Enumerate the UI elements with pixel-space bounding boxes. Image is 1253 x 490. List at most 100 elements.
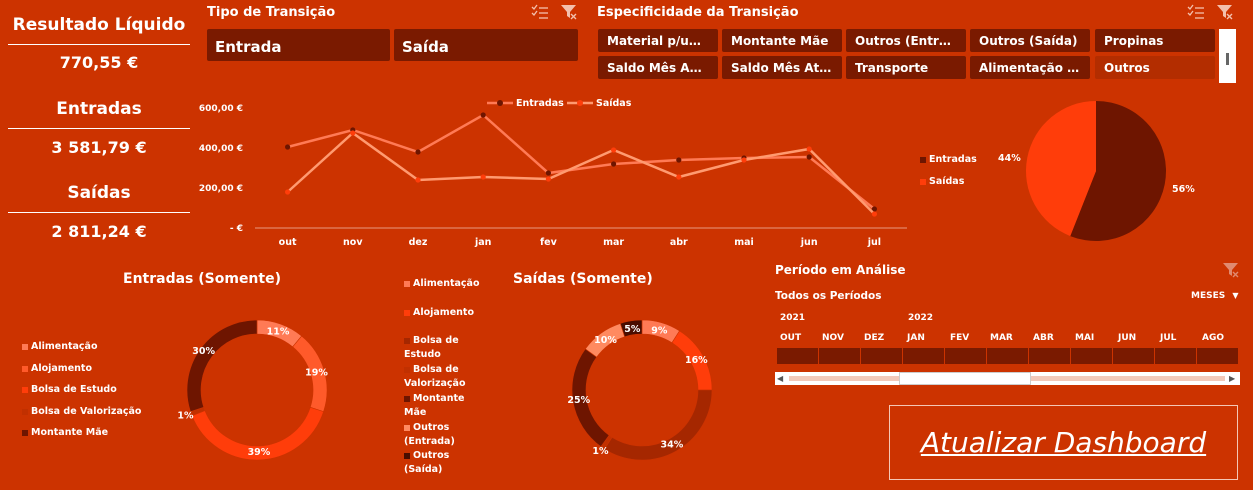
data-point-entradas xyxy=(545,170,551,176)
x-tick-label: abr xyxy=(670,237,688,248)
y-tick-label: 400,00 € xyxy=(199,144,243,154)
chevron-down-icon: ▼ xyxy=(1232,291,1239,300)
slicer-item-saldo-anterior[interactable]: Saldo Mês Anteri... xyxy=(598,56,718,79)
multi-select-icon[interactable] xyxy=(531,4,549,20)
timeline-month-label[interactable]: MAR xyxy=(990,333,1013,343)
scroll-left-icon[interactable]: ◀ xyxy=(777,374,786,383)
line-chart: 600,00 € 400,00 € 200,00 € - € out nov dez jan f… xyxy=(199,98,907,248)
donut-percent-label: 19% xyxy=(305,368,328,379)
data-point-saídas xyxy=(741,157,747,163)
data-point-entradas xyxy=(415,149,421,155)
series-line-entradas xyxy=(287,113,876,210)
saidas-legend-label: Outros (Saída) xyxy=(404,450,450,475)
data-point-entradas xyxy=(285,144,291,150)
timeline-period-cell[interactable] xyxy=(987,348,1029,364)
data-point-entradas xyxy=(676,157,682,163)
saidas-donut-title: Saídas (Somente) xyxy=(513,271,653,287)
saidas-legend-item: Bolsa de Estudo xyxy=(404,334,482,362)
data-point-saídas xyxy=(285,189,291,195)
timeline-bar[interactable] xyxy=(777,348,1239,364)
donut-percent-label: 30% xyxy=(192,346,215,357)
saidas-legend-item: Outros (Saída) xyxy=(404,449,482,477)
entradas-legend-label: Alojamento xyxy=(31,363,92,374)
tipo-slicer-title: Tipo de Transição xyxy=(207,5,336,20)
timeline-period-cell[interactable] xyxy=(1197,348,1239,364)
timeline-period-cell[interactable] xyxy=(1071,348,1113,364)
slicer-item-outros-saida[interactable]: Outros (Saída) xyxy=(970,29,1090,52)
timeline-month-label[interactable]: AGO xyxy=(1202,333,1224,343)
pie-legend-entradas-label: Entradas xyxy=(929,154,977,165)
timeline-level-dropdown[interactable]: MESES ▼ xyxy=(1191,291,1239,301)
x-tick-label: jan xyxy=(474,237,492,248)
saidas-legend-item: Alojamento xyxy=(404,306,482,320)
timeline-month-label[interactable]: NOV xyxy=(822,333,844,343)
series-line-saídas xyxy=(286,131,876,215)
resultado-liquido-value: 770,55 € xyxy=(59,53,139,72)
timeline-month-label[interactable]: DEZ xyxy=(864,333,884,343)
timeline-month-label[interactable]: MAI xyxy=(1075,333,1094,343)
entradas-legend-label: Bolsa de Estudo xyxy=(31,384,117,395)
scrollbar-thumb[interactable] xyxy=(1226,53,1229,65)
donut-percent-label: 1% xyxy=(592,446,609,457)
slicer-scrollbar[interactable] xyxy=(1219,29,1236,83)
timeline-month-label[interactable]: ABR xyxy=(1033,333,1054,343)
slicer-item-outros-entrada[interactable]: Outros (Entrada) xyxy=(846,29,966,52)
donut-percent-label: 1% xyxy=(177,411,194,422)
timeline-month-label[interactable]: OUT xyxy=(780,333,801,343)
slicer-item-alimentacao-ind[interactable]: Alimentação (Ind... xyxy=(970,56,1090,79)
slicer-item-entrada[interactable]: Entrada xyxy=(207,29,390,61)
clear-filter-icon[interactable] xyxy=(1222,262,1240,278)
timeline-year: 2022 xyxy=(908,313,934,323)
slicer-item-montante-mae[interactable]: Montante Mãe xyxy=(722,29,842,52)
slicer-item-propinas[interactable]: Propinas xyxy=(1095,29,1215,52)
saidas-legend-label: Bolsa de Valorização xyxy=(404,364,466,389)
multi-select-icon[interactable] xyxy=(1187,4,1205,20)
slicer-item-material[interactable]: Material p/unive... xyxy=(598,29,718,52)
clear-filter-icon[interactable] xyxy=(560,4,578,20)
clear-filter-icon[interactable] xyxy=(1216,4,1234,20)
donut-slice xyxy=(186,319,258,413)
data-point-entradas xyxy=(611,161,617,167)
legend-entradas-marker xyxy=(497,100,503,106)
timeline-month-label[interactable]: JUL xyxy=(1160,333,1176,343)
timeline-period-cell[interactable] xyxy=(903,348,945,364)
kpi-divider xyxy=(8,212,190,213)
y-tick-label: 600,00 € xyxy=(199,104,243,114)
donut-percent-label: 5% xyxy=(624,324,641,335)
timeline-period-cell[interactable] xyxy=(819,348,861,364)
x-tick-label: mar xyxy=(603,237,624,248)
resultado-liquido-label: Resultado Líquido xyxy=(12,15,186,35)
timeline-month-label[interactable]: JAN xyxy=(907,333,925,343)
y-tick-label: - € xyxy=(230,224,243,234)
saidas-legend-label: Montante Mãe xyxy=(404,393,465,418)
slicer-item-saida[interactable]: Saída xyxy=(394,29,578,61)
scroll-right-icon[interactable]: ▶ xyxy=(1229,374,1238,383)
entradas-legend-label: Bolsa de Valorização xyxy=(31,406,142,417)
timeline-period-cell[interactable] xyxy=(945,348,987,364)
line-chart-legend: Entradas Saídas xyxy=(487,98,632,109)
atualizar-dashboard-button[interactable]: Atualizar Dashboard xyxy=(889,405,1238,480)
slicer-item-outros[interactable]: Outros xyxy=(1095,56,1215,79)
timeline-period-cell[interactable] xyxy=(777,348,819,364)
saidas-legend-label: Bolsa de Estudo xyxy=(404,335,459,360)
timeline-period-cell[interactable] xyxy=(1155,348,1197,364)
timeline-month-label[interactable]: JUN xyxy=(1118,333,1136,343)
x-tick-label: jul xyxy=(867,237,881,248)
scroll-thumb[interactable] xyxy=(899,372,1031,385)
data-point-entradas xyxy=(806,154,812,160)
slicer-item-transporte[interactable]: Transporte xyxy=(846,56,966,79)
entradas-label: Entradas xyxy=(56,99,142,119)
x-tick-label: fev xyxy=(540,237,558,248)
slicer-item-saldo-atual[interactable]: Saldo Mês Atual xyxy=(722,56,842,79)
donut-slice xyxy=(604,389,713,461)
timeline-period-cell[interactable] xyxy=(861,348,903,364)
timeline-month-label[interactable]: FEV xyxy=(950,333,969,343)
pie-legend-saidas-label: Saídas xyxy=(929,176,965,187)
x-tick-label: dez xyxy=(409,237,428,248)
timeline-year: 2021 xyxy=(780,313,806,323)
timeline-period-cell[interactable] xyxy=(1113,348,1155,364)
saidas-label: Saídas xyxy=(67,183,131,203)
donut-percent-label: 9% xyxy=(651,325,668,336)
timeline-period-cell[interactable] xyxy=(1029,348,1071,364)
timeline-scrollbar[interactable]: ◀ ▶ xyxy=(775,372,1240,385)
